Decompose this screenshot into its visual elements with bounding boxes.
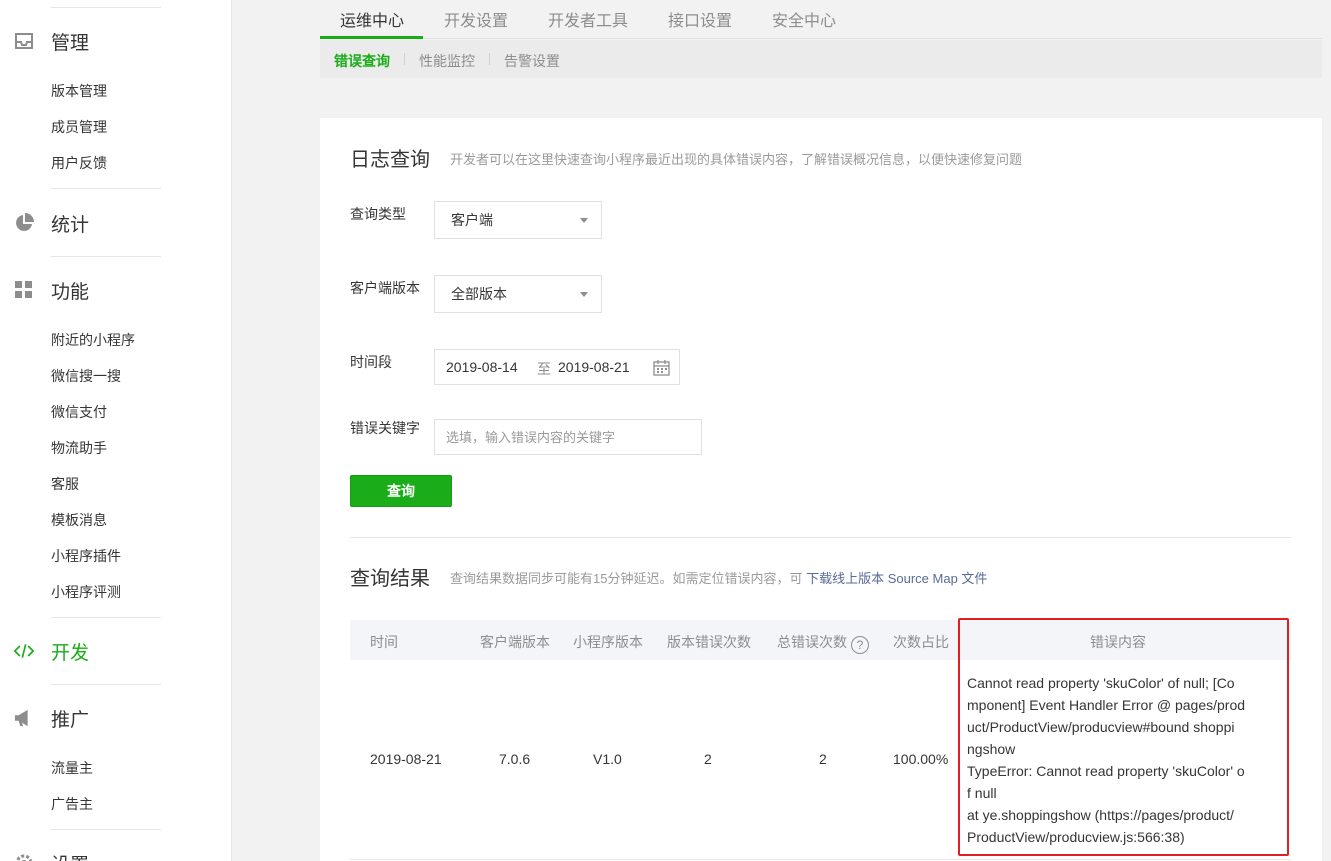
sidebar-item-wechat-pay[interactable]: 微信支付 [51, 402, 107, 422]
sidebar-item-member-management[interactable]: 成员管理 [51, 117, 107, 137]
help-icon[interactable]: ? [851, 636, 869, 654]
client-version-label: 客户端版本 [350, 280, 420, 296]
tab-api-settings[interactable]: 接口设置 [668, 7, 732, 31]
top-tabs: 运维中心 开发设置 开发者工具 接口设置 安全中心 [320, 0, 1322, 39]
main-panel: 日志查询 开发者可以在这里快速查询小程序最近出现的具体错误内容，了解错误概况信息… [320, 118, 1322, 861]
code-icon [14, 641, 34, 661]
tab-dev-settings[interactable]: 开发设置 [444, 7, 508, 31]
megaphone-icon [14, 708, 34, 728]
section-title-log-query: 日志查询 [350, 149, 430, 171]
column-header-total-errors: 总错误次数? [777, 632, 869, 654]
sidebar-group-label: 设置 [51, 850, 89, 861]
query-type-select[interactable]: 客户端 [434, 201, 602, 239]
sidebar-item-wechat-search[interactable]: 微信搜一搜 [51, 366, 121, 386]
column-header-client-version: 客户端版本 [480, 634, 550, 650]
inbox-icon [14, 31, 34, 51]
column-header-total-errors-label: 总错误次数 [777, 634, 847, 650]
query-type-label: 查询类型 [350, 206, 406, 222]
cell-ratio: 100.00% [893, 751, 949, 767]
keyword-input[interactable] [434, 419, 702, 455]
sidebar-divider [51, 256, 161, 257]
column-header-version-errors: 版本错误次数 [667, 634, 751, 650]
query-type-value: 客户端 [451, 212, 493, 228]
sidebar: 管理 版本管理 成员管理 用户反馈 统计 功能 附近的小程序 微信搜一搜 微信支… [0, 0, 232, 861]
cell-version-errors: 2 [704, 751, 712, 767]
date-range-picker[interactable]: 2019-08-14 至 2019-08-21 [434, 349, 680, 385]
sidebar-divider [51, 829, 161, 830]
column-header-time: 时间 [370, 634, 398, 650]
subtab-performance[interactable]: 性能监控 [419, 51, 475, 71]
sidebar-item-evaluation[interactable]: 小程序评测 [51, 582, 121, 602]
sidebar-group-label: 功能 [51, 281, 90, 303]
sidebar-item-plugins[interactable]: 小程序插件 [51, 546, 121, 566]
sub-tabs: 错误查询 性能监控 告警设置 [320, 40, 1322, 78]
date-end: 2019-08-21 [558, 359, 630, 375]
tab-security-center[interactable]: 安全中心 [772, 7, 836, 31]
query-button[interactable]: 查询 [350, 475, 452, 507]
sidebar-divider [51, 617, 161, 618]
subtab-alerts[interactable]: 告警设置 [504, 51, 560, 71]
table-bottom-border [350, 859, 1291, 860]
section-title-results: 查询结果 [350, 568, 430, 590]
client-version-select[interactable]: 全部版本 [434, 275, 602, 313]
sidebar-group-label: 统计 [51, 214, 90, 236]
date-separator: 至 [537, 361, 551, 377]
sidebar-item-traffic-owner[interactable]: 流量主 [51, 758, 93, 778]
gear-icon [14, 853, 34, 861]
date-start: 2019-08-14 [446, 359, 518, 375]
sidebar-item-user-feedback[interactable]: 用户反馈 [51, 153, 107, 173]
tab-dev-tools[interactable]: 开发者工具 [548, 7, 628, 31]
cell-time: 2019-08-21 [370, 751, 442, 767]
sidebar-divider [51, 684, 161, 685]
sidebar-divider [51, 7, 161, 8]
sidebar-item-template-message[interactable]: 模板消息 [51, 510, 107, 530]
tab-ops-center[interactable]: 运维中心 [340, 7, 404, 31]
sidebar-group-label: 管理 [51, 32, 90, 54]
sidebar-item-logistics[interactable]: 物流助手 [51, 438, 107, 458]
pie-chart-icon [14, 213, 34, 233]
section-desc-results: 查询结果数据同步可能有15分钟延迟。如需定位错误内容，可 下载线上版本 Sour… [450, 568, 987, 587]
cell-app-version: V1.0 [593, 751, 622, 767]
section-desc-log-query: 开发者可以在这里快速查询小程序最近出现的具体错误内容，了解错误概况信息，以便快速… [450, 152, 1023, 167]
time-range-label: 时间段 [350, 354, 392, 370]
sidebar-item-advertiser[interactable]: 广告主 [51, 794, 93, 814]
active-tab-indicator [320, 36, 423, 39]
sidebar-item-version-management[interactable]: 版本管理 [51, 81, 107, 101]
subtab-error-query[interactable]: 错误查询 [334, 51, 390, 71]
caret-down-icon [580, 218, 588, 223]
sidebar-group-label: 开发 [51, 642, 90, 664]
subtab-separator [489, 53, 490, 65]
grid-icon [14, 280, 34, 300]
highlight-box [958, 618, 1289, 856]
subtab-separator [404, 53, 405, 65]
sidebar-item-customer-service[interactable]: 客服 [51, 474, 79, 494]
keyword-label: 错误关键字 [350, 420, 420, 436]
sidebar-group-label: 推广 [51, 709, 90, 731]
sidebar-divider [51, 188, 161, 189]
source-map-download-link[interactable]: 下载线上版本 Source Map 文件 [806, 571, 987, 586]
cell-total-errors: 2 [819, 751, 827, 767]
sidebar-item-nearby-miniprogram[interactable]: 附近的小程序 [51, 330, 135, 350]
caret-down-icon [580, 292, 588, 297]
results-desc-text: 查询结果数据同步可能有15分钟延迟。如需定位错误内容，可 [450, 571, 803, 586]
section-divider [350, 537, 1291, 538]
client-version-value: 全部版本 [451, 286, 507, 302]
column-header-app-version: 小程序版本 [573, 634, 643, 650]
column-header-ratio: 次数占比 [893, 634, 949, 650]
cell-client-version: 7.0.6 [499, 751, 531, 767]
calendar-icon[interactable] [653, 359, 670, 376]
